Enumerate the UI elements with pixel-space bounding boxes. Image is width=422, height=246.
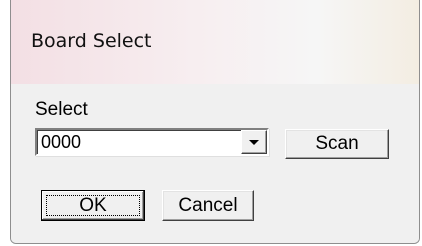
cancel-button-label: Cancel — [178, 194, 238, 216]
dropdown-button[interactable] — [241, 130, 267, 154]
ok-button[interactable]: OK — [41, 190, 145, 221]
title-bar[interactable]: Board Select — [11, 0, 419, 84]
scan-button[interactable]: Scan — [285, 129, 389, 159]
board-select-value: 0000 — [41, 132, 82, 152]
ok-button-label: OK — [79, 194, 107, 216]
cancel-button[interactable]: Cancel — [162, 190, 254, 221]
chevron-down-icon — [249, 140, 259, 145]
scan-button-label: Scan — [315, 133, 359, 154]
board-select-dialog: Board Select Select 0000 Scan OK Cancel — [10, 0, 420, 244]
window-title: Board Select — [31, 30, 152, 52]
dialog-body: Select 0000 Scan OK Cancel — [11, 84, 419, 243]
select-label: Select — [35, 99, 88, 120]
focus-rectangle: OK — [46, 195, 140, 216]
board-select-combobox[interactable]: 0000 — [35, 128, 269, 156]
